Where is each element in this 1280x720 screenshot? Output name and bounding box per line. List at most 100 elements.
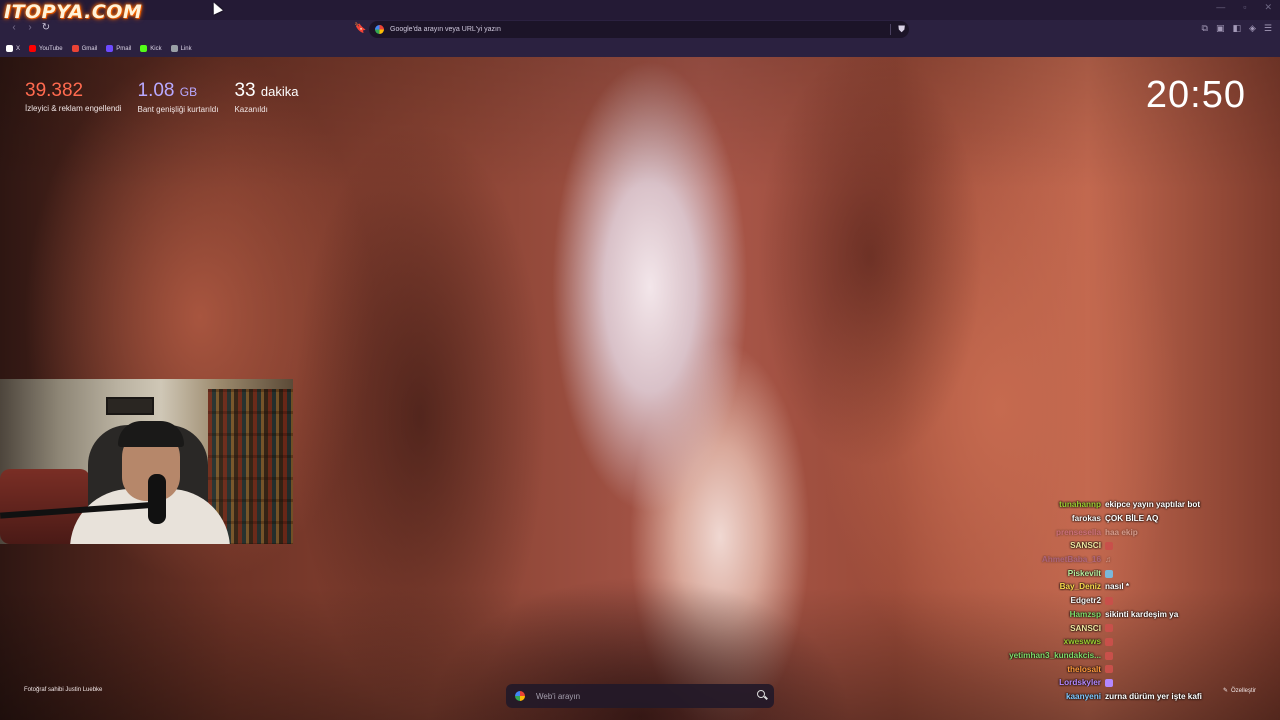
stat-bandwidth-saved: 1.08 GB Bant genişliği kurtarıldı xyxy=(138,80,219,114)
chat-text: ÇOK BİLE AQ xyxy=(1105,514,1158,523)
window-controls: — ▫ ✕ xyxy=(1216,2,1272,13)
address-bar[interactable]: Google'da arayın veya URL'yi yazın ⛊ xyxy=(369,21,909,38)
chat-username: Piskevilt xyxy=(1067,568,1101,578)
maximize-icon[interactable]: ▫ xyxy=(1243,2,1246,13)
bookmark-label: Gmail xyxy=(81,45,98,52)
web-search-input[interactable] xyxy=(536,691,746,701)
chat-message: Edgetr2 xyxy=(990,594,1250,608)
chat-text: ♫ xyxy=(1105,555,1111,564)
chat-text xyxy=(1105,678,1113,688)
webcam-wall-frame xyxy=(106,397,154,415)
chat-message-body: ♫ xyxy=(1105,555,1112,565)
chat-message-body: nasıl * xyxy=(1105,582,1130,592)
bookmark-link[interactable]: Link xyxy=(170,45,192,52)
brave-stats: 39.382 İzleyici & reklam engellendi 1.08… xyxy=(25,80,298,114)
bookmark-label: Link xyxy=(180,45,192,52)
bookmark-pmail[interactable]: Pmail xyxy=(106,45,131,52)
search-icon[interactable] xyxy=(757,690,765,698)
vpn-icon[interactable]: ◈ xyxy=(1249,23,1256,34)
photo-credit[interactable]: Fotoğraf sahibi Justin Luebke xyxy=(24,687,102,693)
bandwidth-label: Bant genişliği kurtarıldı xyxy=(137,105,219,114)
chat-text xyxy=(1105,624,1113,633)
chat-text: sikinti kardeşim ya xyxy=(1105,610,1178,619)
webcam-overlay xyxy=(0,379,293,544)
chat-text xyxy=(1105,569,1113,578)
chat-emote-icon xyxy=(1105,596,1113,605)
chat-emote-icon xyxy=(1105,624,1113,633)
chat-message: xweswws xyxy=(990,635,1250,649)
chat-text xyxy=(1105,541,1113,551)
bandwidth-unit: GB xyxy=(179,85,198,99)
chat-username: SANSCI xyxy=(1070,623,1101,633)
chat-message: farokas ÇOK BİLE AQ xyxy=(990,512,1250,526)
chat-username: prensesella xyxy=(1055,527,1101,537)
address-divider xyxy=(890,24,891,35)
google-icon xyxy=(515,691,525,701)
web-search-box[interactable] xyxy=(506,684,774,708)
link-icon xyxy=(170,45,178,52)
chat-message-body: ekipce yayın yaptılar bot xyxy=(1105,500,1201,510)
clock: 20:50 xyxy=(1145,74,1246,116)
stream-chat-overlay: tunahannp ekipce yayın yaptılar bot faroka… xyxy=(990,498,1250,703)
bookmark-label: YouTube xyxy=(39,45,63,52)
address-bar-placeholder: Google'da arayın veya URL'yi yazın xyxy=(390,26,501,33)
chat-emote-icon xyxy=(1105,542,1113,551)
bookmark-x[interactable]: X xyxy=(6,45,20,52)
x-icon xyxy=(6,45,13,52)
chat-username: Lordskyler xyxy=(1059,678,1101,688)
bookmarks-bar: X YouTube Gmail Pmail Kick Link xyxy=(0,40,1280,57)
webcam-microphone xyxy=(148,474,166,524)
menu-icon[interactable]: ☰ xyxy=(1264,23,1272,34)
youtube-icon xyxy=(29,45,37,52)
chat-emote-icon xyxy=(1105,638,1113,647)
chat-message: Lordskyler xyxy=(990,676,1250,690)
time-label: Kazanıldı xyxy=(234,105,268,114)
stream-logo-overlay: ITOPYA.COM xyxy=(4,1,143,23)
extensions-icon[interactable]: ⧉ xyxy=(1202,23,1208,34)
chat-emote-icon xyxy=(1105,651,1113,660)
browser-toolbar: ‹ › ↻ 🔖 Google'da arayın veya URL'yi yaz… xyxy=(0,20,1280,40)
chat-text: nasıl * xyxy=(1105,582,1129,591)
wallet-icon[interactable]: ▣ xyxy=(1216,23,1225,34)
sidebar-icon[interactable]: ◧ xyxy=(1232,23,1241,34)
kick-icon xyxy=(140,45,148,52)
chat-emote-icon xyxy=(1105,665,1113,674)
chat-emote-icon xyxy=(1105,569,1113,578)
chat-message: prensesella haa ekip xyxy=(990,525,1250,539)
chat-message: thelosalt xyxy=(990,662,1250,676)
chat-username: Edgetr2 xyxy=(1070,596,1101,606)
brave-shield-icon[interactable]: ⛊ xyxy=(898,24,905,35)
bandwidth-value: 1.08 xyxy=(137,80,175,101)
chat-message-body: zurna dürüm yer işte kafi xyxy=(1105,691,1202,701)
chat-text xyxy=(1105,665,1113,674)
trackers-label: İzleyici & reklam engellendi xyxy=(25,104,122,113)
close-icon[interactable]: ✕ xyxy=(1264,2,1272,13)
chat-message-body: sikinti kardeşim ya xyxy=(1105,609,1179,619)
bookmark-youtube[interactable]: YouTube xyxy=(29,45,63,52)
chat-username: thelosalt xyxy=(1067,664,1101,674)
stat-trackers-blocked: 39.382 İzleyici & reklam engellendi xyxy=(25,80,122,114)
gmail-icon xyxy=(71,45,79,52)
chat-text xyxy=(1105,596,1113,605)
chat-message-body: haa ekip xyxy=(1105,527,1138,537)
chat-message: Bay_Deniz nasıl * xyxy=(990,580,1250,594)
chat-message: Hamzsp sikinti kardeşim ya xyxy=(990,608,1250,622)
chat-message: SANSCI xyxy=(990,539,1250,553)
bookmark-kick[interactable]: Kick xyxy=(140,45,162,52)
chat-username: Bay_Deniz xyxy=(1059,582,1101,592)
chat-username: SANSCI xyxy=(1070,541,1101,551)
chat-text: zurna dürüm yer işte kafi xyxy=(1105,692,1202,701)
chat-username: farokas xyxy=(1071,514,1101,524)
bookmark-icon[interactable]: 🔖 xyxy=(354,23,366,34)
chat-message: SANSCI xyxy=(990,621,1250,635)
chat-username: tunahannp xyxy=(1059,500,1101,510)
minimize-icon[interactable]: — xyxy=(1216,2,1225,13)
time-unit: dakika xyxy=(260,84,299,99)
bookmark-label: X xyxy=(16,45,21,52)
chat-text: haa ekip xyxy=(1105,528,1138,537)
bookmark-gmail[interactable]: Gmail xyxy=(71,45,98,52)
chat-message: tunahannp ekipce yayın yaptılar bot xyxy=(990,498,1250,512)
webcam-streamer-cap xyxy=(118,421,184,447)
trackers-value: 39.382 xyxy=(25,80,84,101)
chat-text: ekipce yayın yaptılar bot xyxy=(1105,500,1200,509)
